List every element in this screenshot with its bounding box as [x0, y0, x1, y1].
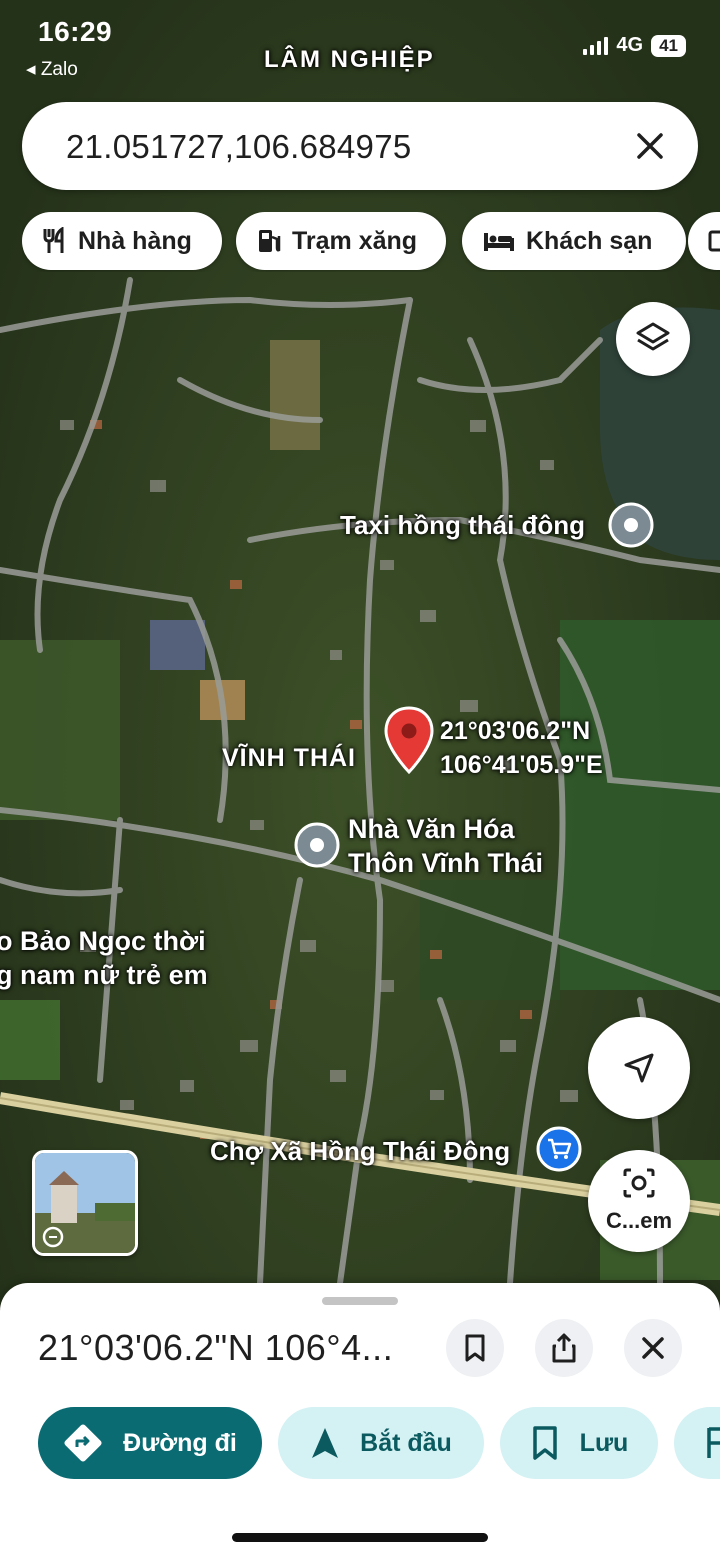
restaurant-icon [43, 227, 64, 253]
close-icon [642, 1337, 664, 1359]
hotel-icon [484, 233, 514, 251]
bookmark-icon [465, 1334, 485, 1362]
place-bottom-sheet[interactable]: 21°03'06.2"N 106°4... Đường đi Bắt đầu L… [0, 1283, 720, 1559]
category-chips: Nhà hàng Trạm xăng Khách sạn [22, 212, 720, 272]
search-bar[interactable]: 21.051727,106.684975 [22, 102, 698, 190]
area-label: LÂM NGHIỆP [264, 46, 435, 73]
chip-more[interactable] [688, 212, 720, 270]
poi-label-truncated[interactable]: o Bảo Ngọc thời g nam nữ trẻ em [0, 924, 208, 992]
sheet-drag-handle[interactable] [322, 1297, 398, 1305]
directions-label: Đường đi [123, 1428, 237, 1457]
start-button[interactable]: Bắt đầu [278, 1407, 484, 1479]
chip-hotels[interactable]: Khách sạn [462, 212, 686, 270]
save-icon-button[interactable] [446, 1319, 504, 1377]
navigation-arrow-icon [312, 1428, 339, 1458]
flag-icon [707, 1427, 720, 1458]
pin-longitude: 106°41'05.9"E [440, 751, 603, 779]
poi-label-culture-house[interactable]: Nhà Văn Hóa Thôn Vĩnh Thái [348, 812, 543, 880]
action-buttons: Đường đi Bắt đầu Lưu [38, 1407, 720, 1483]
shopping-cart-icon[interactable] [536, 1126, 582, 1172]
layers-icon [636, 322, 670, 351]
directions-button[interactable]: Đường đi [38, 1407, 262, 1479]
place-title: 21°03'06.2"N 106°4... [38, 1327, 394, 1368]
start-label: Bắt đầu [360, 1428, 452, 1457]
signal-icon [583, 36, 609, 55]
poi-label-taxi[interactable]: Taxi hồng thái đông [340, 508, 585, 542]
close-sheet-button[interactable] [624, 1319, 682, 1377]
my-location-button[interactable] [588, 1017, 690, 1119]
network-type: 4G [616, 34, 644, 56]
back-to-app-link[interactable]: ◂ Zalo [26, 58, 78, 81]
poi-marker-icon[interactable] [294, 822, 340, 868]
status-time: 16:29 [38, 16, 113, 47]
chip-restaurants[interactable]: Nhà hàng [22, 212, 222, 270]
save-label: Lưu [579, 1428, 629, 1457]
poi-label-market[interactable]: Chợ Xã Hồng Thái Đông [210, 1134, 510, 1168]
dropped-pin-icon[interactable] [384, 706, 434, 778]
chip-label: Trạm xăng [292, 226, 418, 255]
location-arrow-icon [624, 1053, 654, 1083]
share-icon [552, 1333, 576, 1363]
bookmark-icon [532, 1426, 557, 1460]
status-indicators: 4G 41 [583, 34, 686, 57]
pin-coordinates: 21°03'06.2"N 106°41'05.9"E [440, 714, 603, 782]
poi-label-line: Thôn Vĩnh Thái [348, 848, 543, 878]
poi-label-line: o Bảo Ngọc thời [0, 926, 206, 956]
chip-label: Khách sạn [526, 226, 653, 255]
street-view-thumbnail[interactable] [32, 1150, 138, 1256]
cafe-icon [708, 230, 720, 252]
directions-icon [64, 1424, 102, 1462]
layers-button[interactable] [616, 302, 690, 376]
poi-label-line: Nhà Văn Hóa [348, 814, 515, 844]
more-action-button[interactable] [674, 1407, 720, 1479]
battery-icon: 41 [651, 34, 686, 57]
save-button[interactable]: Lưu [500, 1407, 658, 1479]
search-input[interactable]: 21.051727,106.684975 [66, 128, 412, 166]
chip-gas-stations[interactable]: Trạm xăng [236, 212, 446, 270]
share-button[interactable] [535, 1319, 593, 1377]
pin-latitude: 21°03'06.2"N [440, 717, 591, 745]
street-view-image [35, 1153, 135, 1253]
poi-marker-icon[interactable] [608, 502, 654, 548]
close-icon[interactable] [630, 126, 670, 166]
village-label: VĨNH THÁI [222, 744, 356, 772]
camera-button-label: C...em [605, 1208, 673, 1233]
gas-station-icon [259, 230, 281, 252]
home-indicator[interactable] [232, 1533, 488, 1542]
camera-icon [623, 1168, 655, 1198]
camera-search-button[interactable]: C...em [588, 1150, 690, 1252]
chip-label: Nhà hàng [78, 226, 192, 255]
poi-label-line: g nam nữ trẻ em [0, 960, 208, 990]
